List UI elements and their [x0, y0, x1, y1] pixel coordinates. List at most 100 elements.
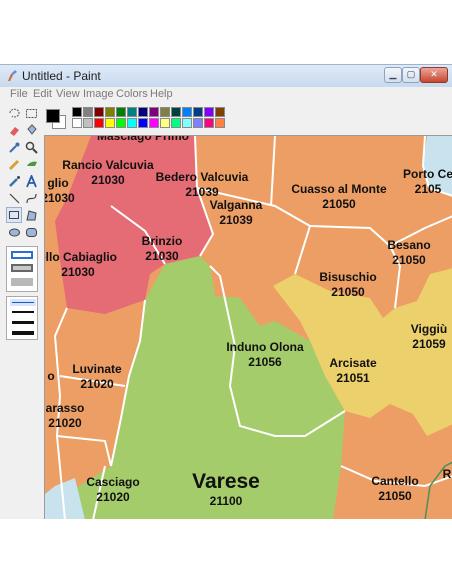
map-label-o: o [47, 369, 55, 383]
color-swatch[interactable] [160, 107, 170, 117]
minimize-icon: ▁ [389, 69, 397, 79]
menu-view[interactable]: View [56, 88, 80, 100]
drawing-canvas[interactable]: Masciago Primo Rancio Valcuvia 21030 glio… [44, 135, 452, 519]
map-label-cuasso: Cuasso al Monte 21050 [291, 182, 387, 211]
color-swatch[interactable] [105, 118, 115, 128]
polygon-icon [25, 209, 37, 220]
magnifier-tool[interactable] [23, 139, 39, 155]
color-swatch[interactable] [127, 118, 137, 128]
current-colors [46, 107, 66, 129]
rounded-rect-tool[interactable] [23, 224, 39, 240]
ellipse-tool[interactable] [6, 224, 22, 240]
color-swatch[interactable] [83, 118, 93, 128]
menu-file[interactable]: File [10, 88, 28, 100]
color-swatch[interactable] [72, 118, 82, 128]
foreground-color[interactable] [46, 109, 60, 123]
map-label-viggiu: Viggiù 21059 [410, 322, 448, 351]
map-label-varese: Varese 21100 [192, 470, 260, 508]
color-swatch[interactable] [215, 118, 225, 128]
airbrush-tool[interactable] [6, 173, 22, 189]
color-swatch[interactable] [182, 107, 192, 117]
menu-bar: File Edit View Image Colors Help [0, 87, 452, 103]
color-swatch[interactable] [94, 118, 104, 128]
rounded-rectangle-icon [25, 227, 37, 237]
map-label-masciago: Masciago Primo [96, 135, 190, 143]
title-bar[interactable]: Untitled - Paint ▁ ▢ ✕ [0, 65, 452, 87]
menu-colors[interactable]: Colors [116, 88, 148, 100]
magnifier-icon [25, 141, 38, 154]
map-label-induno: Induno Olona 21056 [226, 340, 304, 369]
line-width-4[interactable] [12, 331, 34, 335]
brush-tool[interactable] [23, 156, 39, 172]
color-swatch[interactable] [149, 118, 159, 128]
airbrush-icon [8, 175, 20, 187]
maximize-button[interactable]: ▢ [402, 67, 420, 83]
line-width-options [6, 296, 38, 340]
rect-select-tool[interactable] [23, 105, 39, 121]
line-width-2[interactable] [12, 311, 34, 313]
close-icon: ✕ [430, 69, 438, 79]
maximize-icon: ▢ [406, 69, 416, 79]
polygon-tool[interactable] [23, 207, 39, 223]
color-palette [44, 105, 234, 131]
color-swatch[interactable] [149, 107, 159, 117]
eraser-icon [9, 126, 19, 136]
color-swatch[interactable] [171, 118, 181, 128]
map-label-arasso: arasso 21020 [45, 401, 85, 430]
map-label-brinzio: Brinzio 21030 [141, 234, 183, 263]
color-swatch[interactable] [215, 107, 225, 117]
line-width-3[interactable] [12, 321, 34, 324]
color-swatch[interactable] [72, 107, 82, 117]
map-label-porto: Porto Ce 2105 [402, 167, 452, 196]
color-swatch[interactable] [138, 118, 148, 128]
map-label-cabiaglio: ello Cabiaglio 21030 [44, 250, 118, 279]
brush-icon [26, 161, 37, 166]
ellipse-icon [8, 228, 20, 236]
line-tool[interactable] [6, 190, 22, 206]
color-swatch[interactable] [204, 118, 214, 128]
fill-style-options [6, 246, 38, 292]
color-swatch[interactable] [204, 107, 214, 117]
curve-tool[interactable] [23, 190, 39, 206]
color-swatch[interactable] [193, 118, 203, 128]
outline-fill-option[interactable] [11, 251, 33, 259]
color-swatch[interactable] [116, 118, 126, 128]
color-swatch[interactable] [193, 107, 203, 117]
color-picker-tool[interactable] [6, 139, 22, 155]
color-swatch[interactable] [127, 107, 137, 117]
map-label-valganna: Valganna 21039 [209, 198, 263, 227]
map-label-rancio: Rancio Valcuvia 21030 [62, 158, 154, 187]
pencil-tool[interactable] [6, 156, 22, 172]
color-swatch[interactable] [105, 107, 115, 117]
map-label-luvinate: Luvinate 21020 [72, 362, 122, 391]
map-label-bedero: Bedero Valcuvia 21039 [155, 170, 249, 199]
menu-image[interactable]: Image [83, 88, 114, 100]
menu-help[interactable]: Help [150, 88, 173, 100]
rectangle-icon [9, 211, 19, 219]
color-swatch[interactable] [116, 107, 126, 117]
fill-only-option[interactable] [11, 278, 33, 286]
rectangle-tool[interactable] [6, 207, 22, 223]
outline-and-fill-option[interactable] [11, 264, 33, 272]
color-swatch[interactable] [171, 107, 181, 117]
close-button[interactable]: ✕ [420, 67, 448, 83]
text-tool[interactable] [23, 173, 39, 189]
eyedropper-icon [8, 142, 19, 153]
color-swatch[interactable] [94, 107, 104, 117]
map-label-r: R [442, 467, 452, 481]
menu-edit[interactable]: Edit [33, 88, 52, 100]
map-label-bisuschio: Bisuschio 21050 [319, 270, 377, 299]
free-select-tool[interactable] [6, 105, 22, 121]
eraser-tool[interactable] [6, 122, 22, 138]
minimize-button[interactable]: ▁ [384, 67, 402, 83]
map-label-cantello: Cantello 21050 [371, 474, 419, 503]
fill-tool[interactable] [23, 122, 39, 138]
paint-window: Untitled - Paint ▁ ▢ ✕ File Edit View Im… [0, 64, 452, 519]
pencil-icon [8, 159, 19, 170]
color-swatch[interactable] [83, 107, 93, 117]
color-swatch[interactable] [138, 107, 148, 117]
map-label-besano: Besano 21050 [387, 238, 431, 267]
line-width-1[interactable] [12, 302, 34, 303]
color-swatch[interactable] [182, 118, 192, 128]
color-swatch[interactable] [160, 118, 170, 128]
